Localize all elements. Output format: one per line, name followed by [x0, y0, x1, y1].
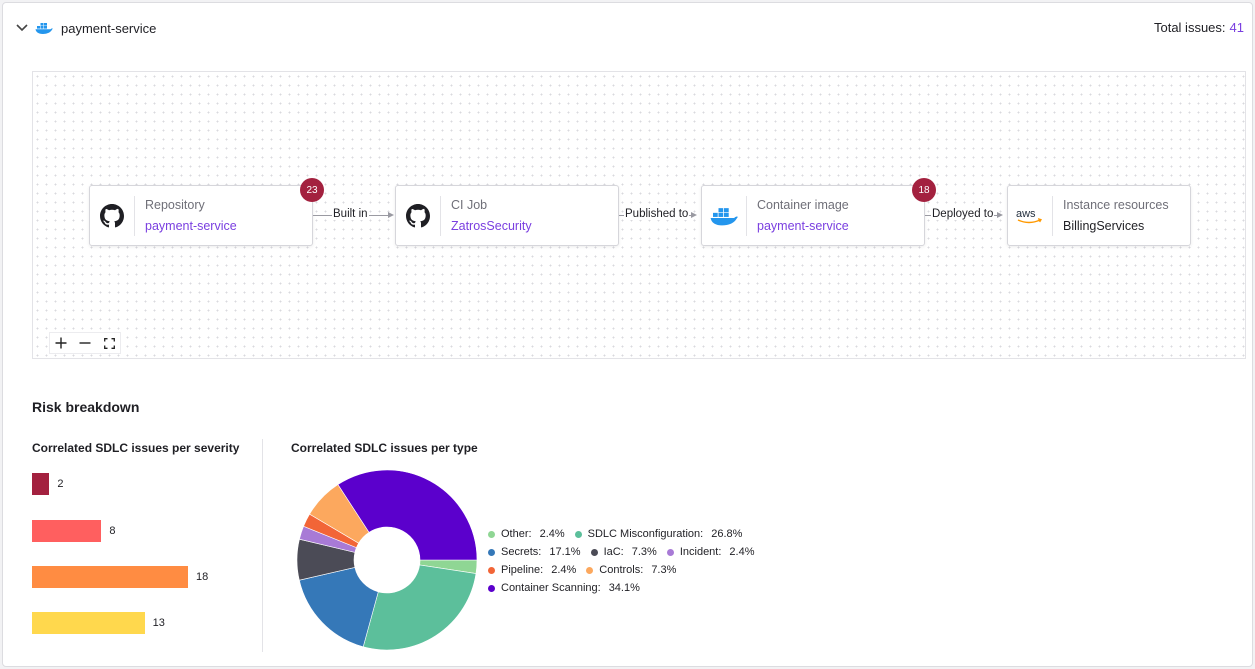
total-issues-count[interactable]: 41	[1230, 20, 1244, 35]
legend-value: 2.4%	[729, 546, 755, 558]
github-icon	[396, 186, 440, 245]
legend-value: 2.4%	[539, 528, 565, 540]
legend-label: Pipeline:	[501, 564, 544, 576]
legend-dot-icon	[574, 530, 582, 538]
pie-slice-sdlc-misconfiguration[interactable]	[362, 564, 477, 651]
issue-count-badge[interactable]: 18	[912, 178, 936, 202]
total-issues-label: Total issues:	[1153, 20, 1226, 35]
zoom-out-icon[interactable]	[74, 333, 96, 353]
node-value-link[interactable]: payment-service	[145, 219, 237, 233]
risk-breakdown-title: Risk breakdown	[32, 399, 140, 415]
severity-bar[interactable]	[32, 473, 50, 495]
docker-icon	[35, 21, 53, 35]
legend-value: 7.3%	[631, 546, 657, 558]
arrow-right-icon	[388, 212, 394, 218]
legend-dot-icon	[586, 566, 594, 574]
node-repository[interactable]: Repository payment-service 23	[89, 178, 324, 246]
chevron-down-icon[interactable]	[15, 21, 29, 35]
legend-label: IaC:	[603, 546, 624, 558]
zoom-in-icon[interactable]	[50, 333, 72, 353]
pie-slice-secrets[interactable]	[298, 567, 379, 648]
severity-bar[interactable]	[32, 612, 145, 634]
section-divider	[262, 439, 263, 652]
node-ci-job[interactable]: CI Job ZatrosSecurity	[395, 185, 619, 246]
arrow-right-icon	[997, 212, 1003, 218]
fit-view-icon[interactable]	[98, 333, 120, 353]
node-kind-label: CI Job	[451, 198, 488, 212]
legend-label: Secrets:	[501, 546, 542, 558]
severity-bar[interactable]	[32, 520, 102, 542]
service-panel: payment-service Total issues: 41 Reposito…	[2, 2, 1253, 667]
legend-value: 26.8%	[711, 528, 743, 540]
node-kind-label: Container image	[757, 198, 849, 212]
legend-dot-icon	[488, 548, 495, 556]
legend-row: Container Scanning: 34.1%	[488, 579, 755, 597]
service-name: payment-service	[61, 20, 157, 36]
legend-dot-icon	[488, 566, 495, 574]
legend-item[interactable]: Other: 2.4%	[488, 528, 565, 540]
legend-item[interactable]: Secrets: 17.1%	[488, 546, 581, 558]
legend-dot-icon	[488, 584, 495, 592]
severity-bar-label: 18	[196, 571, 209, 583]
legend-value: 34.1%	[608, 582, 640, 594]
issue-count-badge[interactable]: 23	[300, 178, 324, 202]
zoom-controls	[49, 332, 121, 354]
total-issues: Total issues: 41	[1154, 20, 1244, 35]
node-value-link[interactable]: ZatrosSecurity	[451, 219, 532, 233]
severity-bar-label: 8	[109, 525, 116, 537]
severity-chart-title: Correlated SDLC issues per severity	[32, 441, 240, 455]
legend-dot-icon	[590, 548, 598, 556]
legend-item[interactable]: Container Scanning: 34.1%	[488, 582, 640, 594]
legend-row: Other: 2.4% SDLC Misconfiguration: 26.8%	[488, 525, 755, 543]
service-header: payment-service Total issues: 41	[15, 17, 1244, 39]
legend-dot-icon	[488, 530, 495, 538]
legend-value: 2.4%	[551, 564, 577, 576]
legend-item[interactable]: SDLC Misconfiguration: 26.8%	[574, 528, 743, 540]
legend-label: Controls:	[599, 564, 644, 576]
legend-item[interactable]: Incident: 2.4%	[666, 546, 755, 558]
issue-type-donut-chart	[296, 469, 478, 651]
node-value: BillingServices	[1063, 219, 1145, 233]
severity-bar[interactable]	[32, 566, 188, 588]
pipeline-graph-canvas[interactable]: Repository payment-service 23 Built in C…	[32, 71, 1246, 359]
node-kind-label: Repository	[145, 198, 205, 212]
legend-label: Container Scanning:	[501, 582, 601, 594]
aws-icon: aws	[1008, 186, 1052, 245]
pie-slice-container-scanning[interactable]	[337, 469, 478, 561]
node-container-image[interactable]: Container image payment-service 18	[701, 178, 936, 246]
legend-value: 7.3%	[651, 564, 677, 576]
docker-icon	[702, 186, 746, 245]
legend-dot-icon	[666, 548, 674, 556]
legend-item[interactable]: Pipeline: 2.4%	[488, 564, 576, 576]
legend-label: Other:	[501, 528, 532, 540]
type-chart-title: Correlated SDLC issues per type	[291, 441, 478, 455]
arrow-right-icon	[691, 212, 697, 218]
legend-row: Pipeline: 2.4% Controls: 7.3%	[488, 561, 755, 579]
legend-label: SDLC Misconfiguration:	[587, 528, 704, 540]
node-value-link[interactable]: payment-service	[757, 219, 849, 233]
severity-bar-label: 13	[152, 617, 165, 629]
node-instance-resources[interactable]: aws Instance resources BillingServices	[1007, 185, 1191, 246]
legend-item[interactable]: IaC: 7.3%	[590, 546, 657, 558]
legend-value: 17.1%	[549, 546, 581, 558]
pie-legend: Other: 2.4% SDLC Misconfiguration: 26.8% Sec…	[488, 525, 755, 597]
aws-logo-text: aws	[1016, 208, 1036, 220]
severity-bar-label: 2	[57, 478, 64, 490]
legend-label: Incident:	[679, 546, 722, 558]
edge-label-built-in: Built in	[332, 208, 369, 220]
legend-row: Secrets: 17.1% IaC: 7.3% Incident: 2.4%	[488, 543, 755, 561]
github-icon	[90, 186, 134, 245]
legend-item[interactable]: Controls: 7.3%	[586, 564, 676, 576]
edge-label-deployed-to: Deployed to	[931, 208, 995, 220]
node-kind-label: Instance resources	[1063, 198, 1169, 212]
edge-label-published-to: Published to	[624, 208, 690, 220]
